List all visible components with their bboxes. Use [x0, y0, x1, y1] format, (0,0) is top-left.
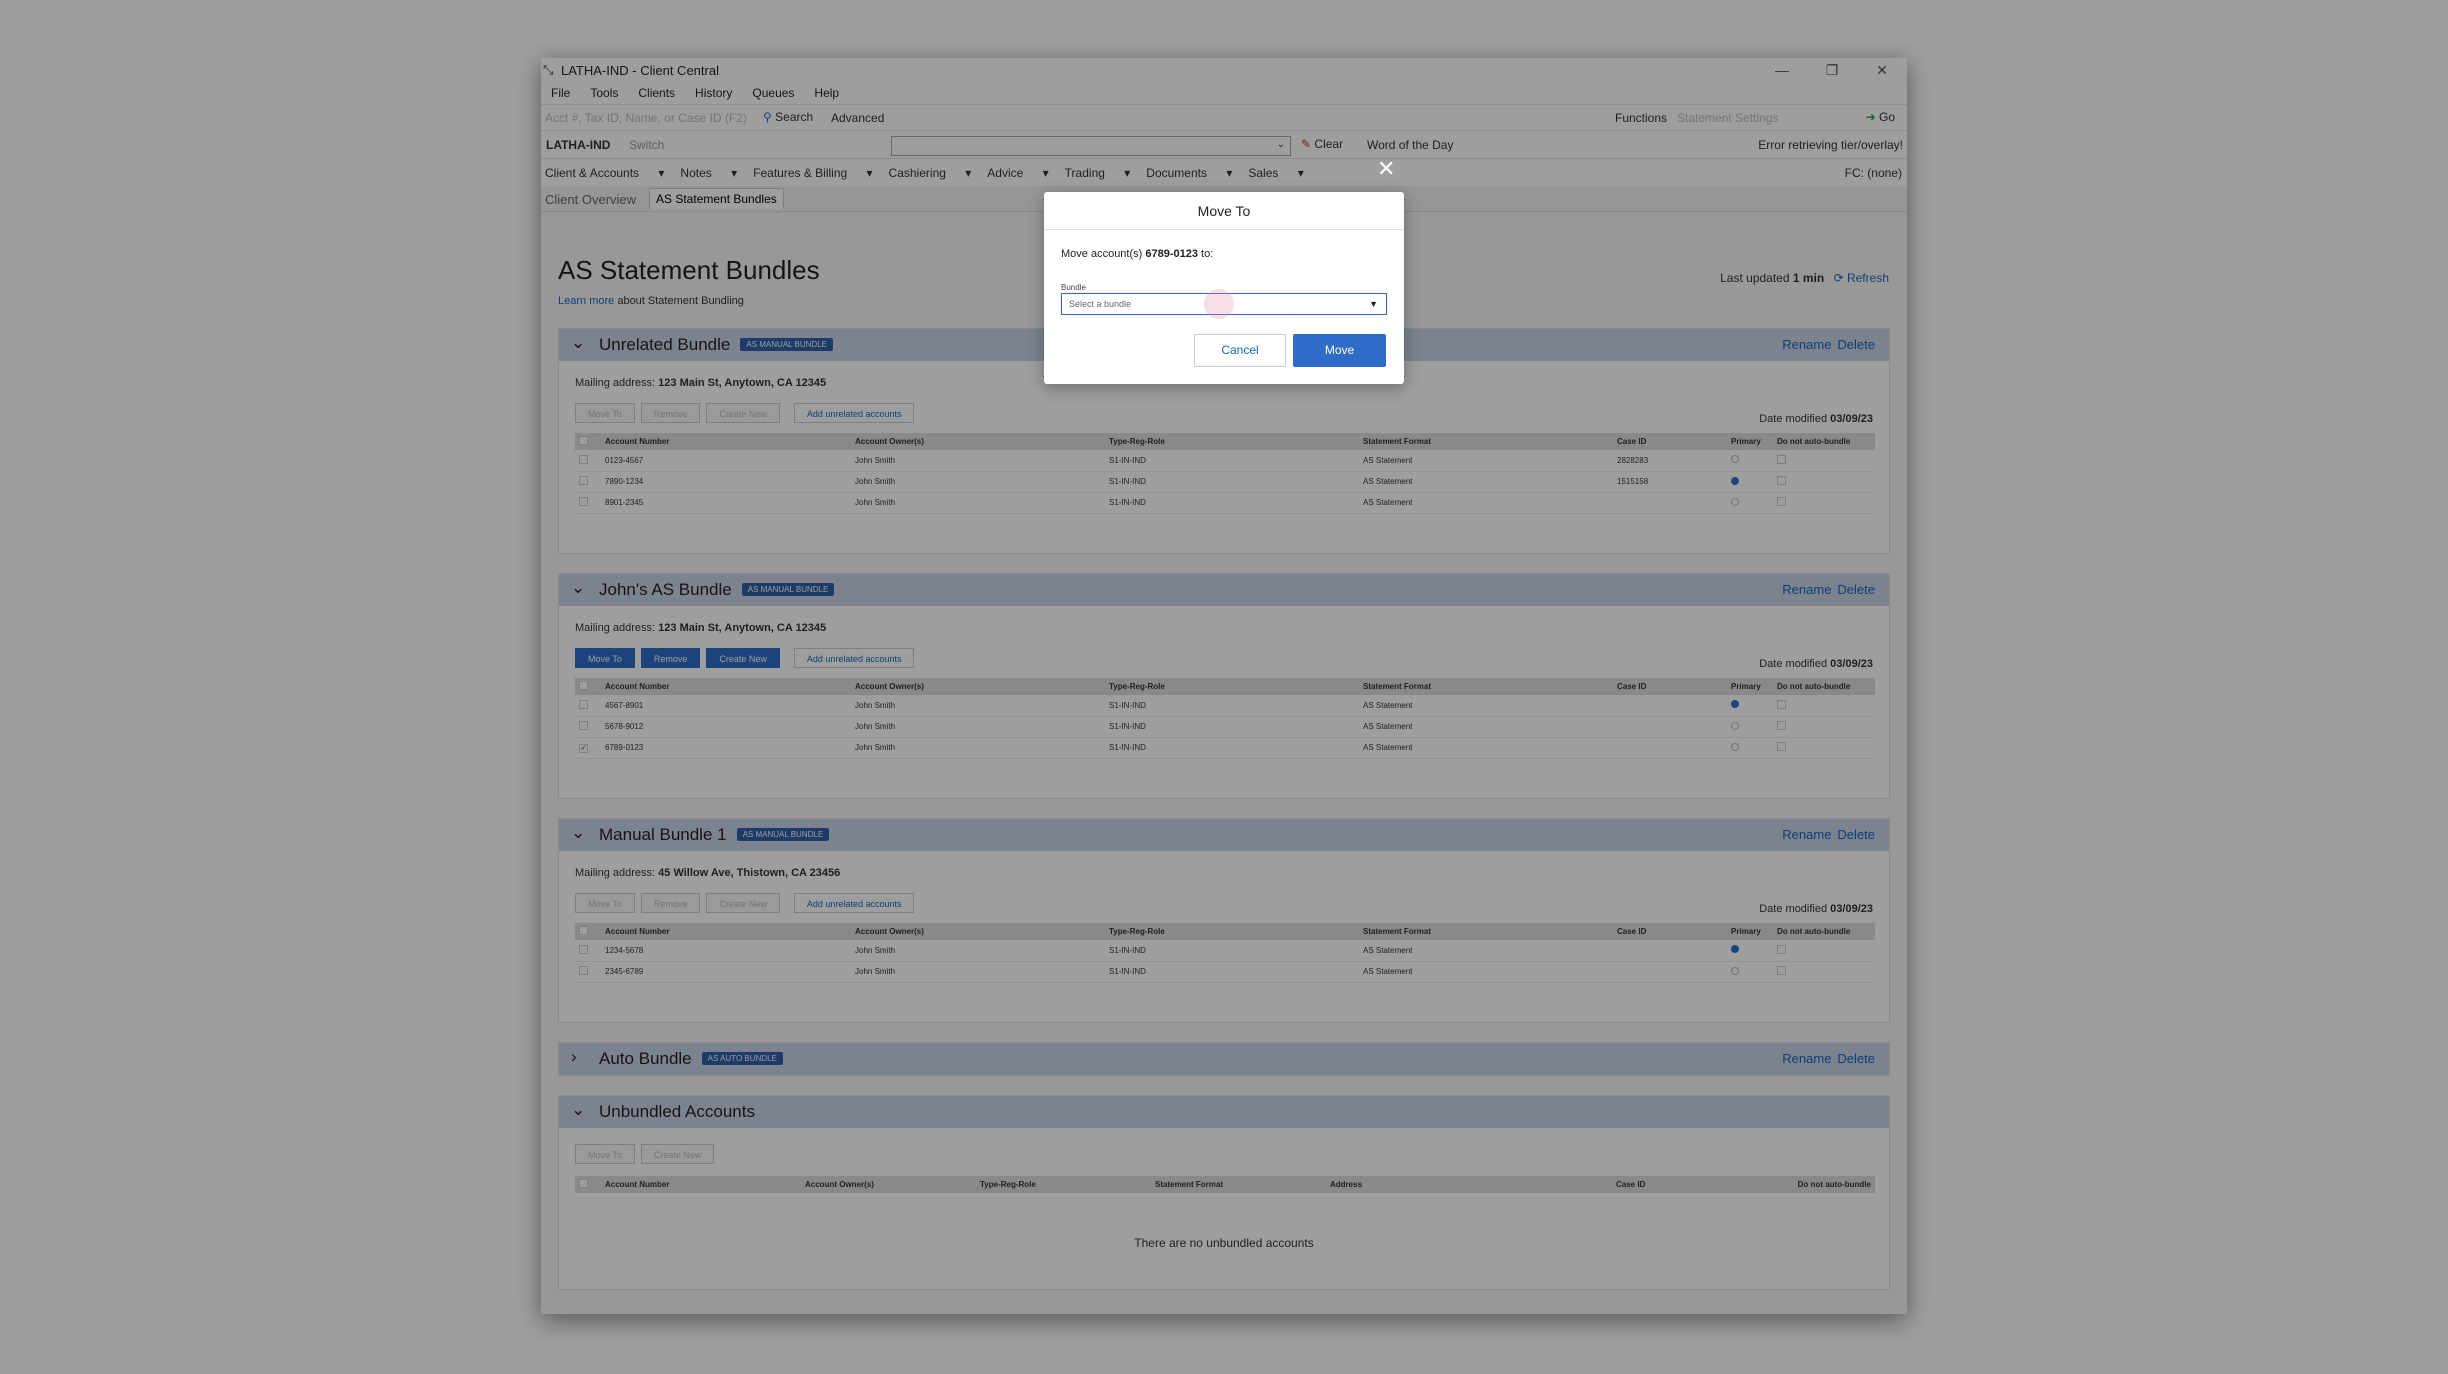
- close-icon[interactable]: ✕: [1377, 156, 1395, 182]
- move-button[interactable]: Move: [1293, 334, 1386, 367]
- cursor-highlight: [1204, 289, 1234, 319]
- caret-down-icon: ▼: [1369, 299, 1378, 309]
- dialog-message: Move account(s) 6789-0123 to:: [1061, 248, 1214, 260]
- bundle-field-label: Bundle: [1061, 283, 1086, 292]
- dialog-title: Move To: [1044, 192, 1404, 230]
- cancel-button[interactable]: Cancel: [1194, 334, 1286, 367]
- move-to-dialog: Move To Move account(s) 6789-0123 to: Bu…: [1044, 192, 1404, 384]
- bundle-select-placeholder: Select a bundle: [1069, 299, 1132, 309]
